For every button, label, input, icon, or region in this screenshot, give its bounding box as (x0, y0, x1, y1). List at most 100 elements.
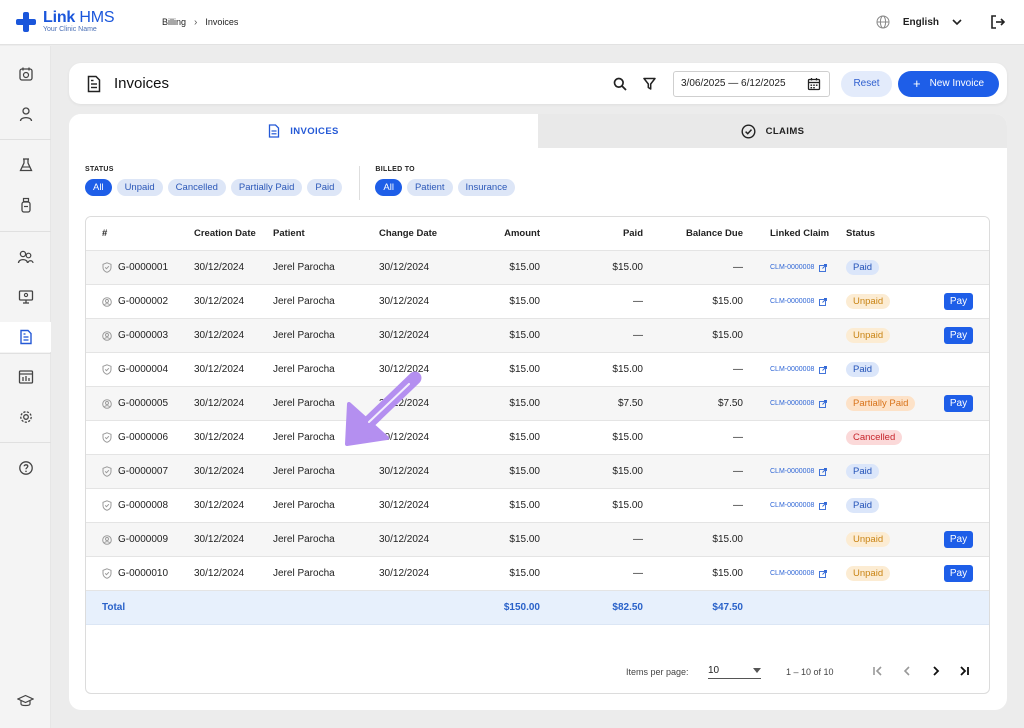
sidebar-item-appointments[interactable] (0, 59, 51, 89)
patient-name: Jerel Parocha (273, 568, 335, 579)
sidebar-item-staff[interactable] (0, 242, 51, 272)
creation-date: 30/12/2024 (194, 466, 245, 477)
last-page-icon (960, 666, 969, 676)
pay-button[interactable]: Pay (944, 531, 973, 548)
change-date: 30/12/2024 (379, 432, 430, 443)
invoice-number[interactable]: G-0000003 (102, 319, 168, 352)
new-invoice-button[interactable]: + New Invoice (898, 70, 999, 97)
sidebar-item-training[interactable] (0, 686, 51, 716)
status-cell: Partially Paid (846, 387, 916, 420)
invoice-number[interactable]: G-0000010 (102, 557, 168, 590)
sidebar-item-patients[interactable] (0, 99, 51, 129)
pay-button[interactable]: Pay (944, 327, 973, 344)
linked-claim-link[interactable]: CLM-0000008 (770, 353, 828, 386)
invoice-number[interactable]: G-0000006 (102, 421, 168, 454)
pay-button[interactable]: Pay (944, 395, 973, 412)
invoice-number[interactable]: G-0000008 (102, 489, 168, 522)
app-logo[interactable]: Link HMS Your Clinic Name (16, 10, 146, 34)
column-header-creation-date: Creation Date (194, 228, 256, 239)
page-title: Invoices (114, 75, 170, 92)
invoice-number[interactable]: G-0000001 (102, 251, 168, 284)
tab-claims[interactable]: CLAIMS (538, 114, 1007, 148)
items-per-page-select[interactable]: 10 (708, 662, 761, 679)
sidebar-item-laboratory[interactable] (0, 150, 51, 180)
linked-claim-link[interactable]: CLM-0000008 (770, 455, 828, 488)
filter-button[interactable] (638, 73, 660, 95)
pay-cell: Pay (944, 387, 973, 420)
next-page-button[interactable] (928, 663, 944, 679)
sidebar-item-help[interactable] (0, 453, 51, 483)
status-filter-label: STATUS (85, 166, 114, 173)
sidebar-item-reports[interactable] (0, 362, 51, 392)
amount: $15.00 (509, 568, 540, 579)
page-range: 1 – 10 of 10 (786, 667, 834, 677)
language-selector[interactable]: English (876, 15, 990, 29)
check-circle-icon (741, 123, 756, 139)
insurance-shield-icon (102, 262, 112, 273)
invoice-number[interactable]: G-0000009 (102, 523, 168, 556)
total-label: Total (102, 602, 126, 613)
filter-icon (642, 77, 656, 90)
creation-date: 30/12/2024 (194, 330, 245, 341)
patient-icon (102, 534, 112, 545)
app-name: Link HMS (43, 9, 115, 26)
status-chip-unpaid[interactable]: Unpaid (116, 179, 163, 196)
billed-to-chip-insurance[interactable]: Insurance (457, 179, 516, 196)
patient-name: Jerel Parocha (273, 296, 335, 307)
calendar-icon[interactable] (807, 77, 821, 91)
new-invoice-label: New Invoice (929, 78, 985, 89)
billed-to-chip-patient[interactable]: Patient (406, 179, 453, 196)
reset-button[interactable]: Reset (841, 70, 892, 97)
invoice-number-text: G-0000007 (118, 466, 169, 477)
linked-claim-text: CLM-0000008 (770, 468, 815, 475)
linked-claim-link[interactable]: CLM-0000008 (770, 387, 828, 420)
help-icon (18, 461, 33, 475)
logout-icon[interactable] (990, 14, 1006, 30)
tab-invoices[interactable]: INVOICES (69, 114, 538, 148)
invoice-number-text: G-0000008 (118, 500, 169, 511)
sidebar-item-billing[interactable] (0, 322, 51, 352)
status-chip-paid[interactable]: Paid (307, 179, 343, 196)
patient-name: Jerel Parocha (273, 330, 335, 341)
linked-claim-link[interactable]: CLM-0000008 (770, 489, 828, 522)
status-filter: STATUS All Unpaid Cancelled Partially Paid P… (85, 166, 347, 200)
linked-claim-link[interactable]: CLM-0000008 (770, 251, 828, 284)
status-chip-all[interactable]: All (85, 179, 112, 196)
date-range-input[interactable]: 3/06/2025 — 6/12/2025 (673, 70, 830, 97)
sidebar-item-pharmacy[interactable] (0, 190, 51, 220)
staff-group-icon (17, 250, 34, 264)
caret-down-icon (753, 667, 761, 673)
paid-amount: $15.00 (612, 262, 643, 273)
invoice-number[interactable]: G-0000002 (102, 285, 168, 318)
breadcrumb-billing[interactable]: Billing (162, 17, 186, 27)
status-badge: Paid (846, 498, 880, 513)
pay-button[interactable]: Pay (944, 293, 973, 310)
first-page-button[interactable] (870, 663, 886, 679)
amount: $15.00 (509, 398, 540, 409)
invoice-number[interactable]: G-0000005 (102, 387, 168, 420)
linked-claim-text: CLM-0000008 (770, 264, 815, 271)
table-row: G-0000004 30/12/2024 Jerel Parocha 30/12/20… (86, 353, 989, 387)
total-amount: $150.00 (503, 602, 540, 613)
change-date: 30/12/2024 (379, 466, 430, 477)
invoice-number-text: G-0000010 (118, 568, 169, 579)
invoice-number[interactable]: G-0000004 (102, 353, 168, 386)
table-row: G-0000005 30/12/2024 Jerel Parocha 30/12/20… (86, 387, 989, 421)
status-chip-cancelled[interactable]: Cancelled (167, 179, 226, 196)
status-badge: Unpaid (846, 566, 891, 581)
column-header-linked-claim: Linked Claim (770, 228, 830, 239)
balance-due: $7.50 (717, 398, 743, 409)
balance-due: — (733, 262, 743, 273)
last-page-button[interactable] (956, 663, 972, 679)
sidebar-item-monitor[interactable] (0, 282, 51, 312)
invoice-number[interactable]: G-0000007 (102, 455, 168, 488)
status-chip-partially-paid[interactable]: Partially Paid (230, 179, 303, 196)
linked-claim-link[interactable]: CLM-0000008 (770, 557, 828, 590)
pay-button[interactable]: Pay (944, 565, 973, 582)
sidebar-item-settings[interactable] (0, 402, 51, 432)
search-button[interactable] (609, 73, 631, 95)
previous-page-button[interactable] (899, 663, 915, 679)
billed-to-chip-all[interactable]: All (375, 179, 402, 196)
linked-claim-link[interactable]: CLM-0000008 (770, 285, 828, 318)
table-row: G-0000009 30/12/2024 Jerel Parocha 30/12/20… (86, 523, 989, 557)
